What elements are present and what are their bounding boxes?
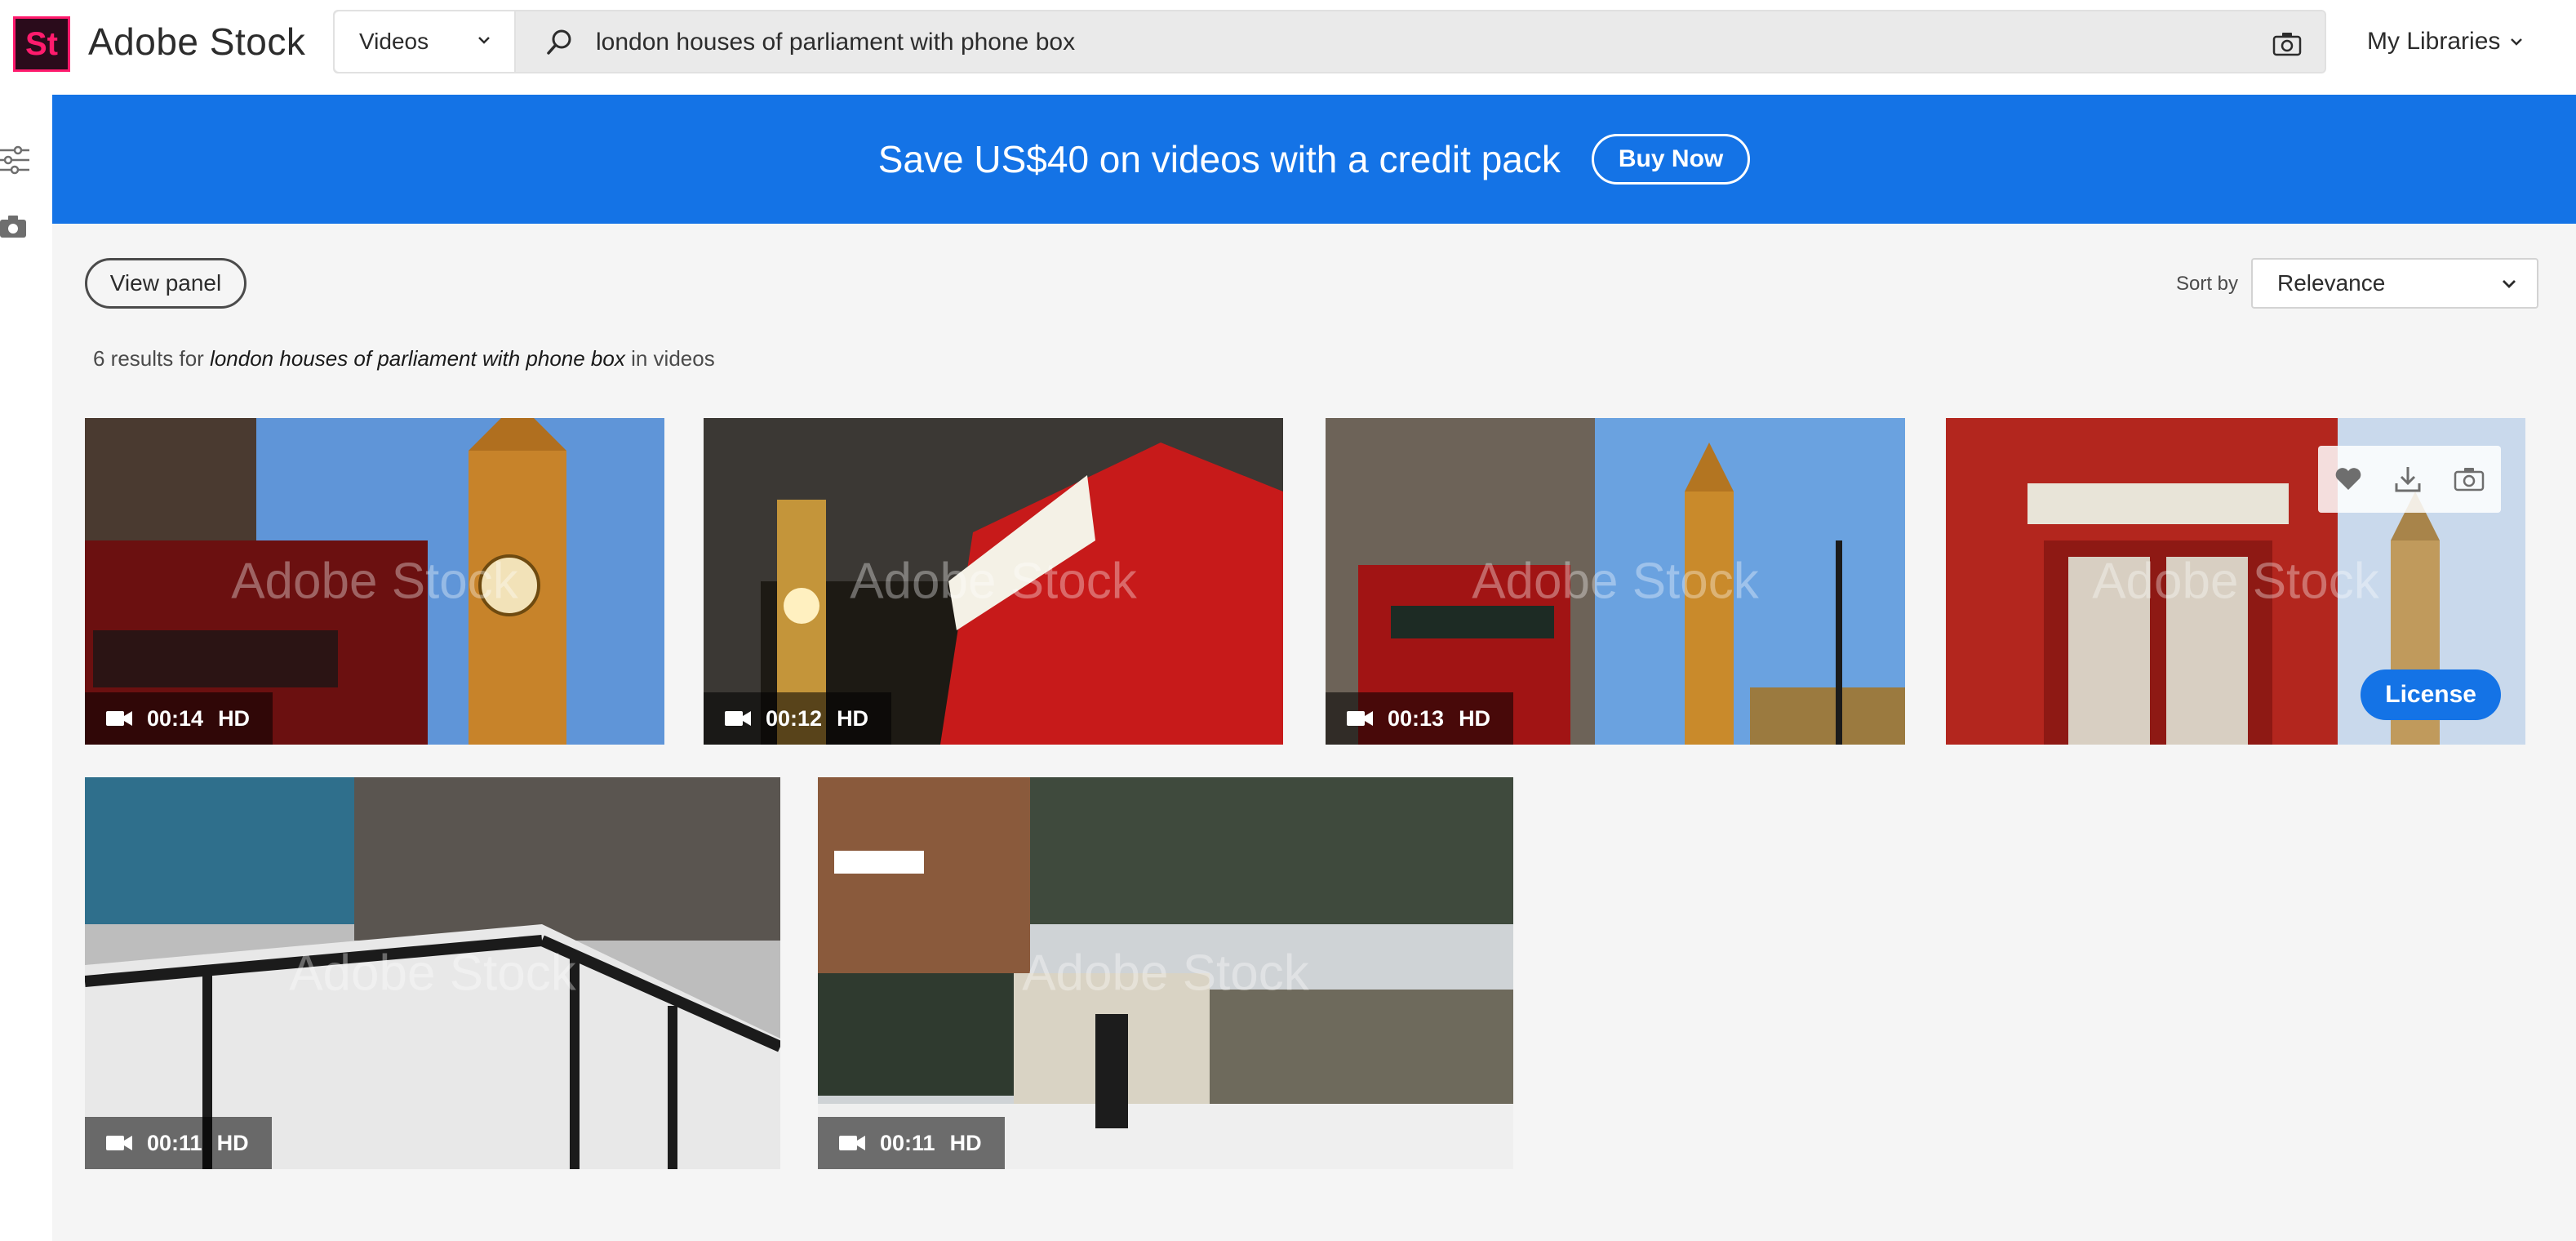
- video-tile[interactable]: Adobe Stock 00:12 HD: [704, 418, 1283, 745]
- results-count: 6 results for: [93, 346, 204, 371]
- heart-icon[interactable]: [2334, 467, 2362, 492]
- camera-icon[interactable]: [0, 214, 29, 240]
- search-bar: Videos: [333, 10, 2326, 73]
- video-duration: 00:12: [766, 705, 823, 731]
- video-thumbnail: [85, 777, 780, 1169]
- filters-icon[interactable]: [0, 144, 33, 176]
- chevron-down-icon: [2511, 38, 2523, 46]
- left-rail: [0, 95, 52, 1241]
- video-camera-icon: [106, 711, 132, 726]
- video-quality: HD: [218, 705, 251, 731]
- video-meta: 00:11 HD: [818, 1117, 1005, 1169]
- video-meta: 00:12 HD: [704, 692, 892, 745]
- video-quality: HD: [949, 1130, 982, 1155]
- top-bar: St Adobe Stock Videos My Libraries: [0, 0, 2576, 95]
- video-camera-icon: [1347, 711, 1373, 726]
- video-duration: 00:11: [880, 1130, 935, 1155]
- camera-icon[interactable]: [2272, 31, 2302, 57]
- video-quality: HD: [1459, 705, 1491, 731]
- video-camera-icon: [839, 1136, 865, 1150]
- sort-select[interactable]: Relevance: [2251, 258, 2538, 309]
- video-meta: 00:13 HD: [1326, 692, 1514, 745]
- chevron-down-icon: [478, 37, 490, 44]
- search-input[interactable]: [594, 20, 2197, 65]
- video-duration: 00:11: [147, 1130, 202, 1155]
- video-camera-icon: [106, 1136, 132, 1150]
- video-tile[interactable]: Adobe Stock 00:11 HD: [85, 777, 780, 1169]
- download-icon[interactable]: [2394, 465, 2422, 493]
- content-type-select[interactable]: Videos: [335, 11, 516, 72]
- promo-banner: Save US$40 on videos with a credit pack …: [52, 95, 2576, 224]
- content-type-value: Videos: [359, 29, 429, 54]
- adobe-stock-logo[interactable]: St: [13, 16, 70, 72]
- video-meta: 00:14 HD: [85, 692, 273, 745]
- results-summary: 6 results for london houses of parliamen…: [93, 346, 715, 371]
- promo-text: Save US$40 on videos with a credit pack: [877, 138, 1561, 180]
- video-thumbnail: [818, 777, 1513, 1169]
- chevron-down-icon: [2503, 280, 2516, 288]
- sort-by-label: Sort by: [2176, 273, 2239, 295]
- buy-now-button[interactable]: Buy Now: [1591, 134, 1751, 185]
- video-camera-icon: [725, 711, 751, 726]
- video-meta: 00:11 HD: [85, 1117, 272, 1169]
- video-quality: HD: [216, 1130, 249, 1155]
- view-panel-button[interactable]: View panel: [85, 258, 246, 309]
- video-quality: HD: [837, 705, 869, 731]
- brand-name[interactable]: Adobe Stock: [88, 20, 305, 64]
- my-libraries-menu[interactable]: My Libraries: [2367, 28, 2525, 56]
- sort-value: Relevance: [2277, 270, 2386, 296]
- license-button[interactable]: License: [2361, 669, 2501, 720]
- video-tile-hovered[interactable]: Adobe Stock License: [1946, 418, 2525, 745]
- my-libraries-label: My Libraries: [2367, 28, 2501, 55]
- results-suffix: in videos: [631, 346, 715, 371]
- video-duration: 00:13: [1388, 705, 1445, 731]
- tile-actions: [2318, 446, 2501, 513]
- results-query: london houses of parliament with phone b…: [210, 346, 625, 371]
- video-duration: 00:14: [147, 705, 204, 731]
- camera-icon[interactable]: [2454, 466, 2485, 492]
- video-tile[interactable]: Adobe Stock 00:11 HD: [818, 777, 1513, 1169]
- video-tile[interactable]: Adobe Stock 00:14 HD: [85, 418, 664, 745]
- video-tile[interactable]: Adobe Stock 00:13 HD: [1326, 418, 1905, 745]
- search-icon: [547, 29, 571, 55]
